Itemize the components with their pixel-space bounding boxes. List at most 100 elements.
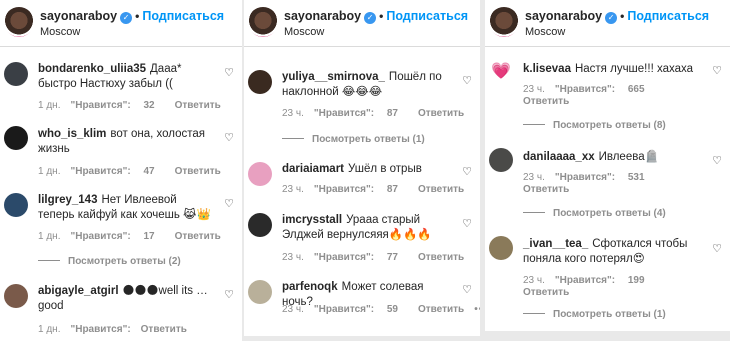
location-link[interactable]: Moscow — [525, 26, 565, 38]
profile-avatar[interactable] — [248, 7, 278, 37]
comment-body: _ivan__tea_ Сфоткался чтобы поняла кого п… — [523, 237, 700, 267]
like-heart-icon[interactable]: ♡ — [224, 131, 234, 144]
post-panel-3: sayonaraboy ✓ • Подписаться Moscow 💗 k.lise… — [485, 0, 730, 331]
comment-time: 23 ч. — [523, 172, 545, 183]
comment-meta: 23 ч. "Нравится": 531 — [523, 172, 665, 183]
comment-username[interactable]: yuliya__smirnova_ — [282, 71, 385, 83]
view-replies-button[interactable]: Посмотреть ответы (1) — [282, 134, 425, 145]
comment-username[interactable]: k.lisevaa — [523, 63, 571, 75]
comment-body: yuliya__smirnova_ Пошёл по наклонной 😂😂😂 — [282, 70, 450, 100]
comment-meta: 23 ч. "Нравится": 77 Ответить — [282, 252, 474, 263]
separator-dot: • — [379, 9, 384, 23]
profile-avatar[interactable] — [489, 7, 519, 37]
comment-body: dariaiamart Ушёл в отрыв — [282, 162, 450, 177]
comment-username[interactable]: parfenoqk — [282, 281, 338, 293]
reply-button[interactable]: Ответить — [418, 252, 464, 263]
pink-heart-icon: 💗 — [491, 63, 511, 80]
reply-button[interactable]: Ответить — [141, 324, 187, 335]
reply-button[interactable]: Ответить — [418, 304, 464, 315]
comment-likes[interactable]: "Нравится": 77 — [314, 252, 408, 263]
like-heart-icon[interactable]: ♡ — [224, 66, 234, 79]
comment-likes[interactable]: "Нравится": 17 — [70, 231, 164, 242]
comment-username[interactable]: danilaaaa_xx — [523, 151, 595, 163]
comment-username[interactable]: _ivan__tea_ — [523, 238, 588, 250]
post-header: sayonaraboy ✓ • Подписаться Moscow — [0, 0, 242, 44]
comment-body: abigayle_atgirl 🌑🌑🌑well its … good — [38, 284, 212, 314]
comment-likes[interactable]: "Нравится": 47 — [70, 166, 164, 177]
location-link[interactable]: Moscow — [284, 26, 324, 38]
like-heart-icon[interactable]: ♡ — [224, 197, 234, 210]
reply-button[interactable]: Ответить — [523, 287, 569, 298]
comment-time: 23 ч. — [523, 84, 545, 95]
like-heart-icon[interactable]: ♡ — [462, 217, 472, 230]
view-replies-button[interactable]: Посмотреть ответы (2) — [38, 256, 181, 267]
comment-body: who_is_klim вот она, холостая жизнь — [38, 127, 212, 157]
comment-likes[interactable]: "Нравится": 87 — [314, 184, 408, 195]
comment-username[interactable]: abigayle_atgirl — [38, 285, 119, 297]
comment-avatar[interactable] — [248, 162, 272, 186]
comment-avatar[interactable] — [4, 126, 28, 150]
comment-likes[interactable]: "Нравится": 59 — [314, 304, 408, 315]
follow-button[interactable]: Подписаться — [142, 9, 224, 23]
comment-text: Ивлеева🪦 — [598, 151, 659, 163]
reply-button[interactable]: Ответить — [523, 184, 569, 195]
view-replies-button[interactable]: Посмотреть ответы (4) — [523, 208, 666, 219]
comment-time: 23 ч. — [523, 275, 545, 286]
like-heart-icon[interactable]: ♡ — [712, 154, 722, 167]
comment-avatar[interactable] — [248, 70, 272, 94]
comment-avatar[interactable] — [4, 62, 28, 86]
reply-button[interactable]: Ответить — [418, 108, 464, 119]
comment-likes[interactable]: "Нравится": 531 — [555, 172, 655, 183]
comment-avatar[interactable] — [248, 280, 272, 304]
comment-avatar[interactable] — [489, 236, 513, 260]
profile-username[interactable]: sayonaraboy — [40, 9, 117, 23]
comment-avatar[interactable] — [4, 284, 28, 308]
view-replies-button[interactable]: Посмотреть ответы (1) — [523, 309, 666, 320]
comment-time: 23 ч. — [282, 184, 304, 195]
like-heart-icon[interactable]: ♡ — [224, 288, 234, 301]
comment-likes[interactable]: "Нравится": 87 — [314, 108, 408, 119]
header-divider — [244, 46, 480, 47]
comment-avatar[interactable]: 💗 — [489, 60, 513, 84]
reply-button[interactable]: Ответить — [175, 100, 221, 111]
comment-username[interactable]: who_is_klim — [38, 128, 106, 140]
like-heart-icon[interactable]: ♡ — [712, 242, 722, 255]
comment-username[interactable]: bondarenko_uliia35 — [38, 63, 146, 75]
comment-likes[interactable]: "Нравится": 665 — [555, 84, 655, 95]
view-replies-button[interactable]: Посмотреть ответы (8) — [523, 120, 666, 131]
verified-badge-icon: ✓ — [605, 12, 618, 24]
like-heart-icon[interactable]: ♡ — [462, 283, 472, 296]
comment-username[interactable]: imcrysstall — [282, 214, 342, 226]
comment-avatar[interactable] — [248, 213, 272, 237]
comment-avatar[interactable] — [4, 193, 28, 217]
comment-likes[interactable]: "Нравится": 199 — [555, 275, 655, 286]
comment-username[interactable]: dariaiamart — [282, 163, 344, 175]
location-link[interactable]: Moscow — [40, 26, 80, 38]
comment-avatar[interactable] — [489, 148, 513, 172]
comment-likes-label[interactable]: "Нравится": — [70, 324, 130, 335]
reply-button[interactable]: Ответить — [523, 96, 569, 107]
comment-time: 23 ч. — [282, 304, 304, 315]
more-options-icon[interactable]: ••• — [474, 304, 480, 315]
reply-button[interactable]: Ответить — [418, 184, 464, 195]
replies-line — [523, 124, 545, 125]
like-heart-icon[interactable]: ♡ — [462, 74, 472, 87]
follow-button[interactable]: Подписаться — [627, 9, 709, 23]
comment-meta: 23 ч. "Нравится": 665 — [523, 84, 665, 95]
profile-avatar[interactable] — [4, 7, 34, 37]
verified-badge-icon: ✓ — [364, 12, 377, 24]
replies-line — [282, 138, 304, 139]
comment-meta: 1 дн. "Нравится": 17 Ответить — [38, 231, 231, 242]
profile-username[interactable]: sayonaraboy — [525, 9, 602, 23]
comment-meta: 1 дн. "Нравится": 32 Ответить — [38, 100, 231, 111]
comment-username[interactable]: lilgrey_143 — [38, 194, 97, 206]
profile-username[interactable]: sayonaraboy — [284, 9, 361, 23]
comment-likes[interactable]: "Нравится": 32 — [70, 100, 164, 111]
like-heart-icon[interactable]: ♡ — [462, 165, 472, 178]
comment-text: Настя лучше!!! хахаха — [574, 63, 694, 75]
like-heart-icon[interactable]: ♡ — [712, 64, 722, 77]
comment-meta: 23 ч. "Нравится": 59 Ответить ••• — [282, 304, 480, 315]
reply-button[interactable]: Ответить — [175, 166, 221, 177]
reply-button[interactable]: Ответить — [175, 231, 221, 242]
follow-button[interactable]: Подписаться — [386, 9, 468, 23]
